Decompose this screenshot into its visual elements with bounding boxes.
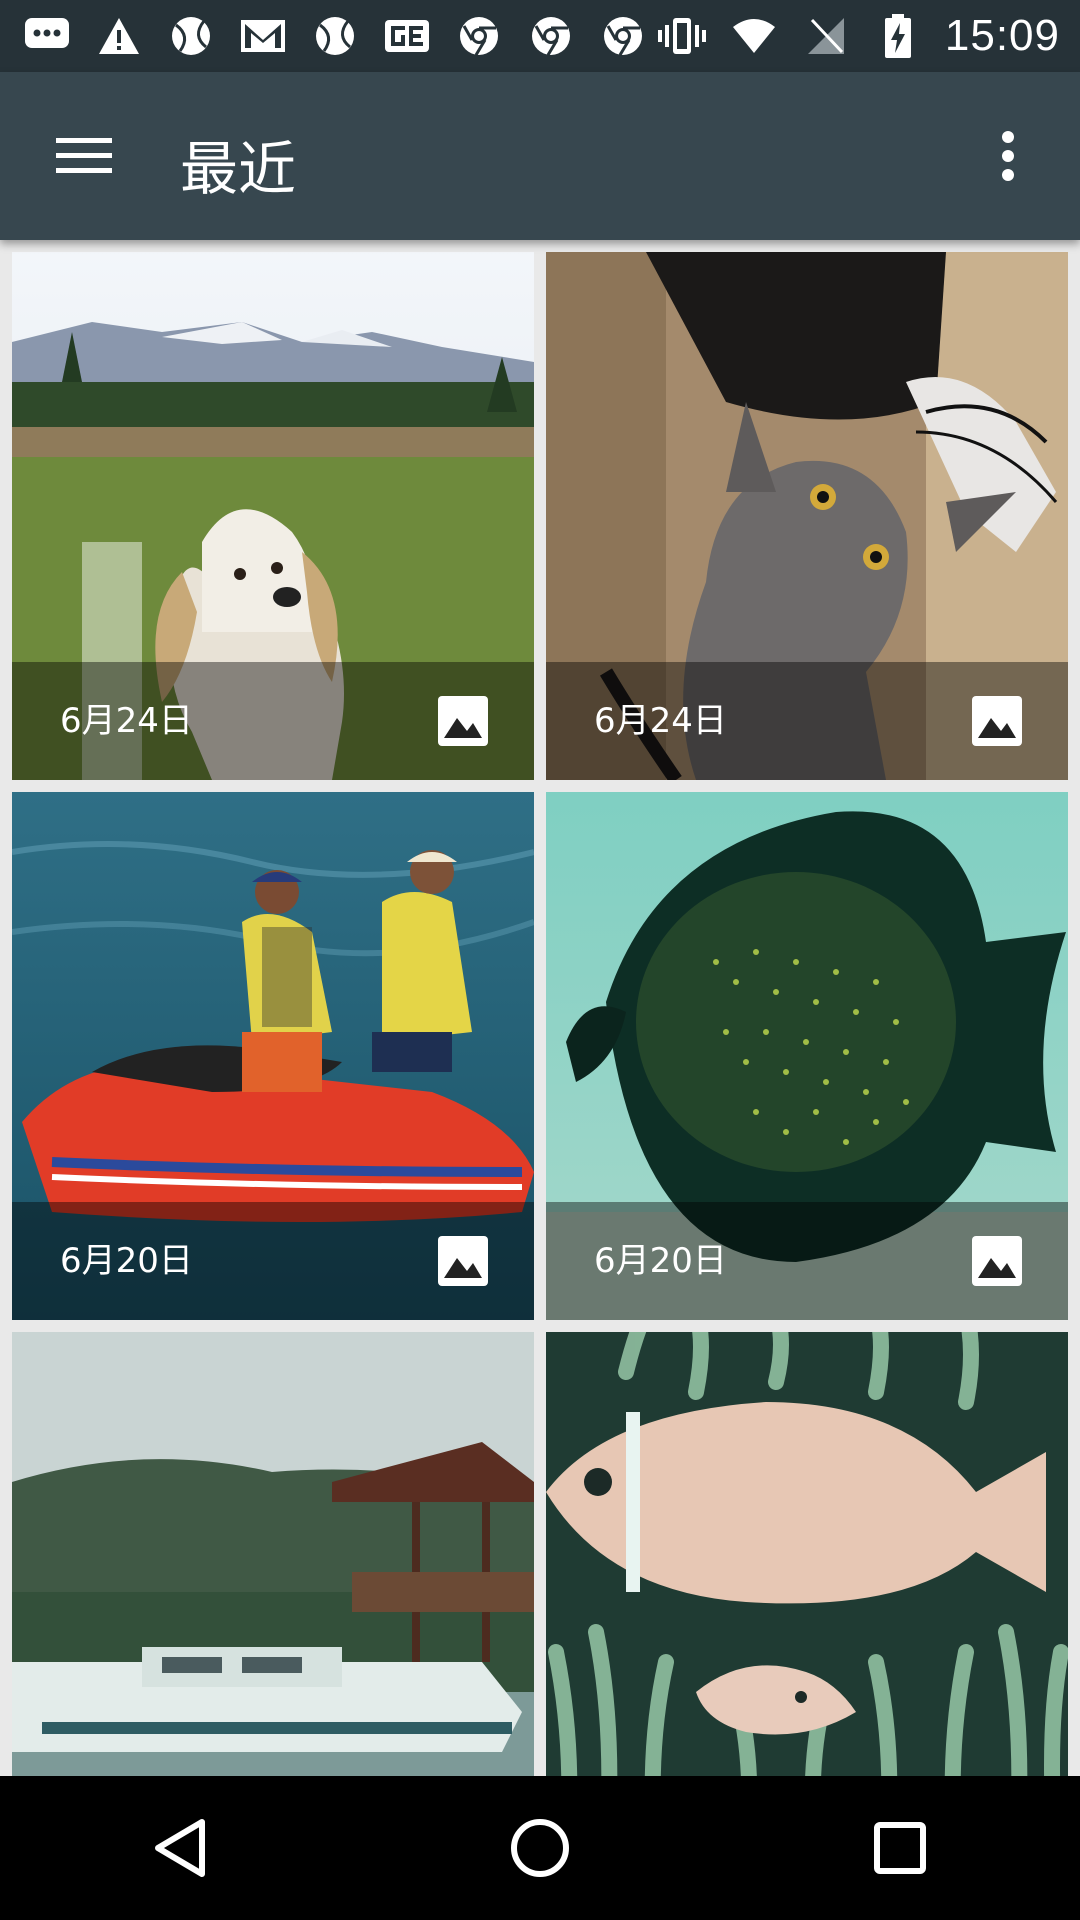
recent-images-grid: 6月24日 6月24日 6月20日 6月20日 — [12, 252, 1068, 1776]
ball-icon — [310, 12, 360, 60]
recents-icon[interactable] — [840, 1788, 960, 1908]
vibrate-icon — [657, 12, 707, 60]
image-tile[interactable]: 6月24日 — [12, 252, 534, 780]
image-type-icon — [438, 1236, 488, 1286]
hamburger-menu-icon[interactable] — [40, 116, 128, 196]
boat-thumbnail — [12, 1332, 534, 1776]
ball-icon — [166, 12, 216, 60]
more-vert-icon[interactable] — [968, 116, 1048, 196]
clownfish-thumbnail — [546, 1332, 1068, 1776]
image-date: 6月20日 — [60, 1241, 193, 1281]
image-tile[interactable]: 6月24日 — [546, 252, 1068, 780]
home-icon[interactable] — [480, 1788, 600, 1908]
chrome-icon — [598, 12, 648, 60]
image-date: 6月24日 — [60, 701, 193, 741]
image-type-icon — [438, 696, 488, 746]
app-bar: 最近 — [0, 72, 1080, 240]
status-bar: 15:09 — [0, 0, 1080, 72]
image-type-icon — [972, 696, 1022, 746]
back-icon[interactable] — [120, 1788, 240, 1908]
battery-charging-icon — [873, 12, 923, 60]
image-tile[interactable] — [12, 1332, 534, 1776]
chrome-icon — [454, 12, 504, 60]
chrome-icon — [526, 12, 576, 60]
system-status: 15:09 — [657, 11, 1060, 60]
gmail-icon — [238, 12, 288, 60]
wifi-icon — [729, 12, 779, 60]
image-tile[interactable]: 6月20日 — [546, 792, 1068, 1320]
chat-icon — [22, 12, 72, 60]
image-tile[interactable] — [546, 1332, 1068, 1776]
image-date: 6月24日 — [594, 701, 727, 741]
image-tile[interactable]: 6月20日 — [12, 792, 534, 1320]
no-signal-icon — [801, 12, 851, 60]
page-title: 最近 — [180, 135, 297, 203]
alert-icon — [94, 12, 144, 60]
status-clock: 15:09 — [944, 11, 1060, 60]
navigation-bar — [0, 1776, 1080, 1920]
notification-icons — [22, 12, 648, 60]
image-date: 6月20日 — [594, 1241, 727, 1281]
image-type-icon — [972, 1236, 1022, 1286]
ge-icon — [382, 12, 432, 60]
